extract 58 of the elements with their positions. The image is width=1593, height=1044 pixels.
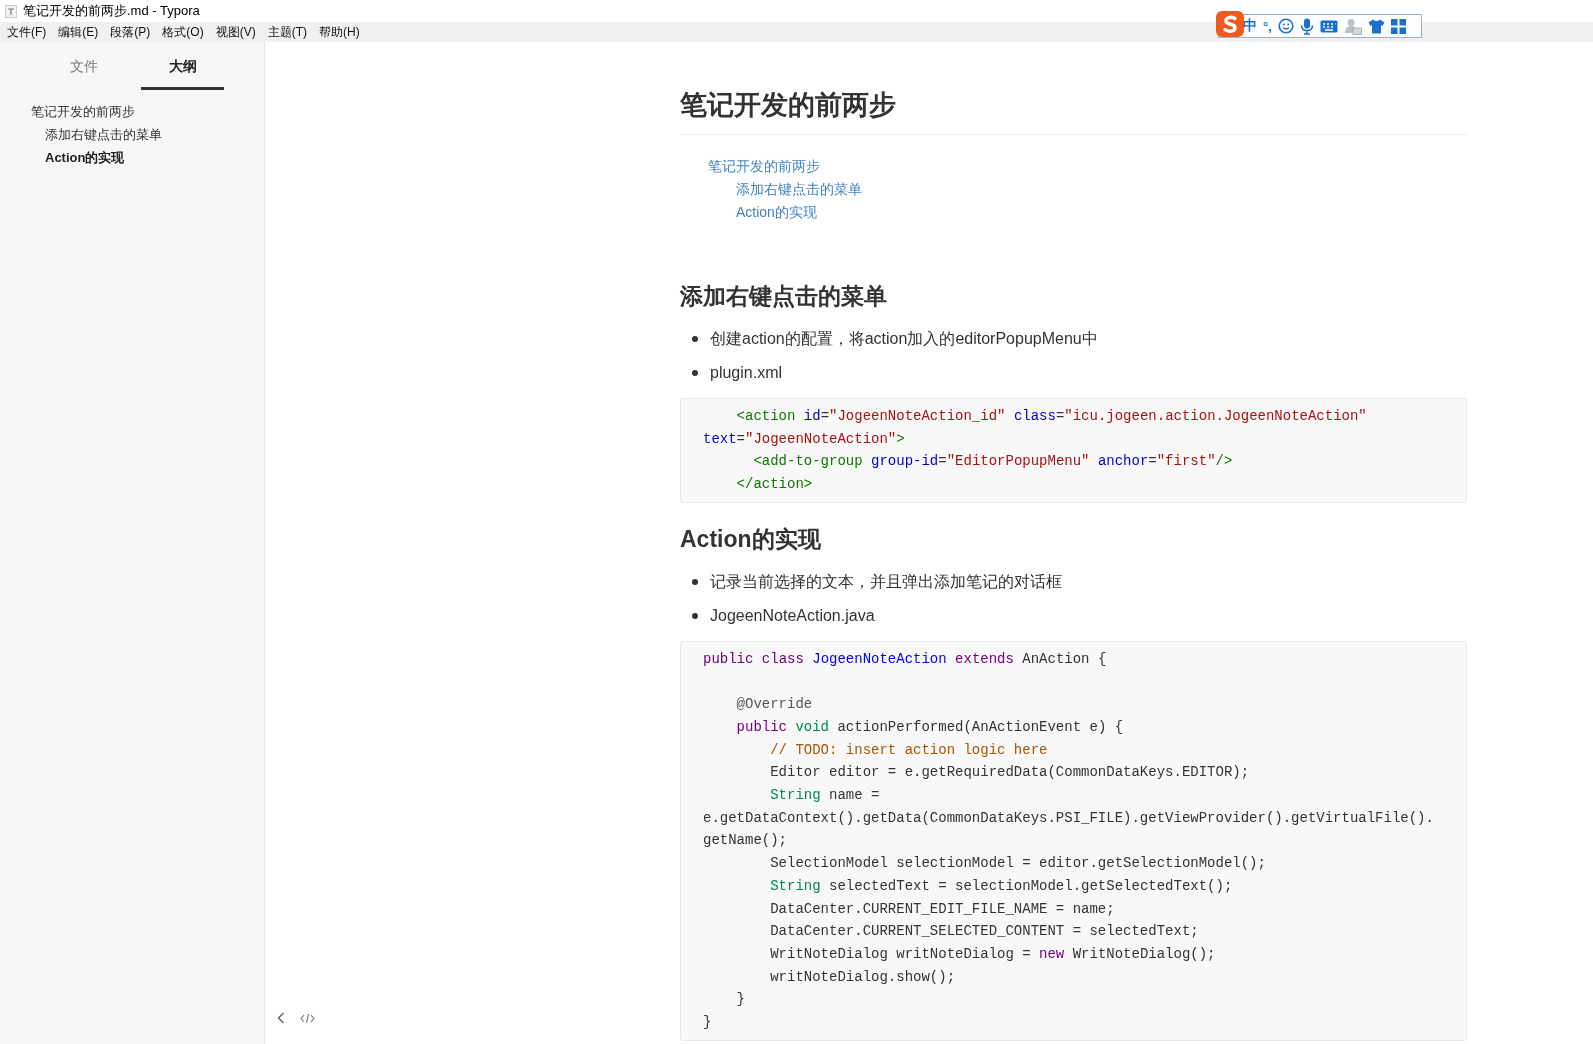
code-line: text="JogeenNoteAction"> (703, 429, 906, 449)
source-code-icon[interactable] (300, 1012, 315, 1024)
bullet-item: 创建action的配置，将action加入的editorPopupMenu中 (710, 329, 1098, 349)
code-line: WritNoteDialog writNoteDialog = new WritNoteDialog(); (769, 944, 1217, 964)
toc-link[interactable]: Action的实现 (736, 201, 817, 224)
code-line: String selectedText = selectionModel.getSelectedText(); (769, 876, 1234, 896)
menu-item[interactable]: 帮助(H) (318, 23, 361, 41)
code-line: public void actionPerformed(AnActionEvent e) { (735, 717, 1125, 737)
code-line: public class JogeenNoteAction extends AnAction { (703, 649, 1108, 669)
keyboard-icon[interactable] (1319, 19, 1338, 33)
toc-link[interactable]: 添加右键点击的菜单 (736, 178, 862, 201)
section-heading: 添加右键点击的菜单 (680, 282, 888, 311)
document-title: 笔记开发的前两步 (680, 86, 1467, 135)
bullet-item: plugin.xml (710, 363, 783, 383)
input-mode[interactable]: 中 (1243, 17, 1257, 35)
collapse-icon[interactable] (277, 1012, 285, 1024)
app-icon (5, 4, 17, 18)
smiley-icon[interactable] (1277, 18, 1294, 34)
code-line: } (703, 1013, 713, 1033)
code-line: // TODO: insert action logic here (769, 740, 1049, 760)
code-line: <add-to-group group-id="EditorPopupMenu" anchor="first"/> (752, 452, 1234, 472)
bullet-icon (692, 612, 698, 619)
section-heading: Action的实现 (680, 524, 822, 554)
code-line: DataCenter.CURRENT_SELECTED_CONTENT = selectedText; (769, 922, 1200, 942)
code-line: @Override (735, 695, 814, 715)
outline-item[interactable]: 添加右键点击的菜单 (45, 126, 162, 144)
code-line: DataCenter.CURRENT_EDIT_FILE_NAME = name; (769, 899, 1116, 919)
outline-item[interactable]: 笔记开发的前两步 (31, 103, 135, 121)
shirt-icon[interactable] (1367, 18, 1385, 34)
code-line: String name = (769, 786, 881, 805)
grid-icon[interactable] (1390, 18, 1406, 34)
code-line: </action> (735, 475, 814, 495)
menu-item[interactable]: 段落(P) (109, 23, 152, 41)
code-line: Editor editor = e.getRequiredData(CommonDataKeys.EDITOR); (769, 763, 1251, 783)
code-line: e.getDataContext().getData(CommonDataKeys.PSI_FILE).getViewProvider().getVirtualFile(). (703, 808, 1435, 828)
punctuation-mode[interactable]: °, (1263, 18, 1272, 34)
outline-item[interactable]: Action的实现 (45, 149, 125, 167)
menu-item[interactable]: 主题(T) (266, 23, 308, 41)
code-line: getName(); (703, 831, 788, 851)
bullet-item: 记录当前选择的文本，并且弹出添加笔记的对话框 (710, 571, 1062, 592)
sidebar-tab[interactable]: 文件 (42, 54, 125, 90)
window-title: 笔记开发的前两步.md - Typora (23, 2, 200, 20)
code-line: } (735, 990, 746, 1010)
toc-link[interactable]: 笔记开发的前两步 (708, 155, 820, 178)
code-line: <action id="JogeenNoteAction_id" class="icu.jogeen.action.JogeenNoteAction" (735, 407, 1368, 426)
menu-item[interactable]: 格式(O) (161, 23, 205, 41)
sogou-logo-icon[interactable] (1215, 10, 1245, 38)
menu-item[interactable]: 文件(F) (6, 23, 48, 41)
sidebar-tab[interactable]: 大纲 (141, 54, 224, 90)
bullet-icon (692, 370, 698, 376)
bullet-icon (692, 336, 698, 342)
menu-item[interactable]: 视图(V) (214, 23, 257, 41)
bullet-icon (692, 578, 698, 585)
menu-item[interactable]: 编辑(E) (57, 23, 100, 41)
code-line: SelectionModel selectionModel = editor.getSelectionModel(); (769, 854, 1267, 874)
bullet-item: JogeenNoteAction.java (710, 605, 875, 626)
code-line: writNoteDialog.show(); (769, 967, 957, 987)
microphone-icon[interactable] (1299, 17, 1314, 35)
